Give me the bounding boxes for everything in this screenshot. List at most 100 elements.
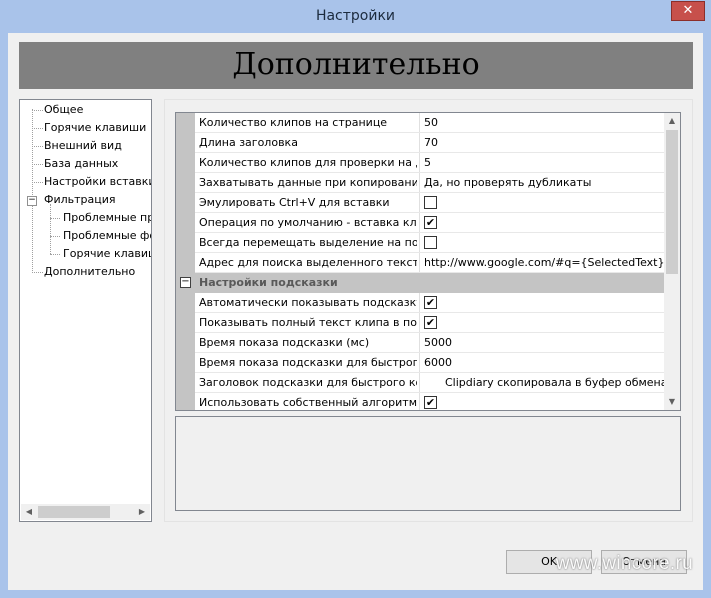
column-separator [419,193,420,212]
property-row[interactable]: Время показа подсказки для быстрого к 60… [195,353,665,373]
tree-horizontal-scrollbar[interactable]: ◀ ▶ [21,504,150,520]
property-row[interactable]: Всегда перемещать выделение на после [195,233,665,253]
checkmark-icon: ✔ [425,216,436,229]
column-separator [419,313,420,332]
title-bar[interactable]: Настройки ✕ [0,0,711,33]
scroll-thumb[interactable] [666,130,678,274]
column-separator [419,253,420,272]
tree-connector [32,109,33,273]
tree-item-problem-formats[interactable]: Проблемные фо [63,228,151,244]
property-row[interactable]: Заголовок подсказки для быстрого копи Cl… [195,373,668,393]
checkbox-default-paste[interactable]: ✔ [424,216,437,229]
column-separator [419,173,420,192]
window-frame-right [703,33,711,598]
grid-vertical-scrollbar[interactable]: ▲ ▼ [664,113,680,410]
property-name: Операция по умолчанию - вставка клип [199,216,417,229]
tree-connector [32,164,43,165]
settings-window: Настройки ✕ Дополнительно Общее Горячие … [0,0,711,598]
property-value[interactable]: Clipdiary скопировала в буфер обмена [445,373,668,392]
tree-item-database[interactable]: База данных [44,156,118,172]
page-title: Дополнительно [19,42,693,89]
column-separator [419,133,420,152]
checkmark-icon: ✔ [425,316,436,329]
scroll-down-icon[interactable]: ▼ [664,394,680,410]
tree-item-filter-hotkeys[interactable]: Горячие клавиш [63,246,151,262]
property-name: Заголовок подсказки для быстрого копи [199,376,417,389]
scroll-up-icon[interactable]: ▲ [664,113,680,129]
property-value[interactable]: http://www.google.com/#q={SelectedText} [424,253,664,272]
property-name: Адрес для поиска выделенного текста в [199,256,417,269]
column-separator [419,373,420,392]
property-row[interactable]: Захватывать данные при копировании к Да,… [195,173,665,193]
tree-connector [50,254,60,255]
property-name: Захватывать данные при копировании к [199,176,417,189]
property-value[interactable]: 70 [424,133,438,152]
property-name: Всегда перемещать выделение на после [199,236,417,249]
property-name: Эмулировать Ctrl+V для вставки [199,196,390,209]
collapse-icon: − [28,195,36,205]
column-separator [419,113,420,132]
settings-tree[interactable]: Общее Горячие клавиши Внешний вид База д… [19,99,152,522]
tree-connector [32,182,43,183]
tree-connector [50,204,51,254]
close-button[interactable]: ✕ [671,1,705,21]
property-name: Время показа подсказки (мс) [199,336,370,349]
tree-expander[interactable]: − [27,196,37,206]
checkmark-icon: ✔ [425,396,436,409]
property-value[interactable]: Да, но проверять дубликаты [424,173,591,192]
property-row[interactable]: Адрес для поиска выделенного текста в ht… [195,253,665,273]
property-row[interactable]: Показывать полный текст клипа в подск ✔ [195,313,665,333]
tree-item-general[interactable]: Общее [44,102,83,118]
scroll-right-icon[interactable]: ▶ [134,504,150,520]
checkbox-auto-show-tooltip[interactable]: ✔ [424,296,437,309]
property-value[interactable]: 6000 [424,353,452,372]
scroll-thumb[interactable] [38,506,110,518]
checkmark-icon: ✔ [425,296,436,309]
property-value[interactable]: 5000 [424,333,452,352]
checkbox-move-selection[interactable] [424,236,437,249]
category-label: Настройки подсказки [199,276,338,289]
tree-connector [32,146,43,147]
tree-item-appearance[interactable]: Внешний вид [44,138,122,154]
property-value[interactable]: 50 [424,113,438,132]
checkbox-full-text-tooltip[interactable]: ✔ [424,316,437,329]
tree-connector [50,218,60,219]
checkbox-own-algorithm[interactable]: ✔ [424,396,437,409]
checkbox-emulate-ctrl-v[interactable] [424,196,437,209]
description-panel [175,416,681,511]
property-row[interactable]: Операция по умолчанию - вставка клип ✔ [195,213,665,233]
property-row[interactable]: Время показа подсказки (мс) 5000 [195,333,665,353]
tree-connector [50,236,60,237]
property-name: Автоматически показывать подсказку п [199,296,417,309]
tree-item-filtering[interactable]: Фильтрация [44,192,116,208]
window-frame-left [0,33,8,598]
category-tooltip-settings[interactable]: − Настройки подсказки [176,273,665,293]
property-row[interactable]: Длина заголовка 70 [195,133,665,153]
window-title: Настройки [315,8,396,24]
column-separator [419,213,420,232]
property-row[interactable]: Использовать собственный алгоритм д ✔ [195,393,665,410]
grid-gutter [176,113,195,410]
tree-item-advanced[interactable]: Дополнительно [44,264,135,280]
property-row[interactable]: Эмулировать Ctrl+V для вставки [195,193,665,213]
property-value[interactable]: 5 [424,153,431,172]
property-row[interactable]: Количество клипов на странице 50 [195,113,665,133]
property-name: Длина заголовка [199,136,298,149]
column-separator [419,333,420,352]
watermark: www.wincore.ru [555,553,693,574]
close-icon: ✕ [682,3,694,18]
column-separator [419,233,420,252]
property-row[interactable]: Количество клипов для проверки на дублик… [195,153,665,173]
tree-item-paste-settings[interactable]: Настройки вставки [44,174,151,190]
property-name: Количество клипов на странице [199,116,388,129]
tree-item-hotkeys[interactable]: Горячие клавиши [44,120,146,136]
scroll-left-icon[interactable]: ◀ [21,504,37,520]
property-grid[interactable]: Количество клипов на странице 50 Длина з… [175,112,681,411]
column-separator [419,353,420,372]
property-name: Использовать собственный алгоритм д [199,396,417,409]
collapse-icon[interactable]: − [180,277,191,288]
column-separator [419,153,420,172]
property-row[interactable]: Автоматически показывать подсказку п ✔ [195,293,665,313]
column-separator [419,293,420,312]
tree-item-problem-programs[interactable]: Проблемные пр [63,210,151,226]
